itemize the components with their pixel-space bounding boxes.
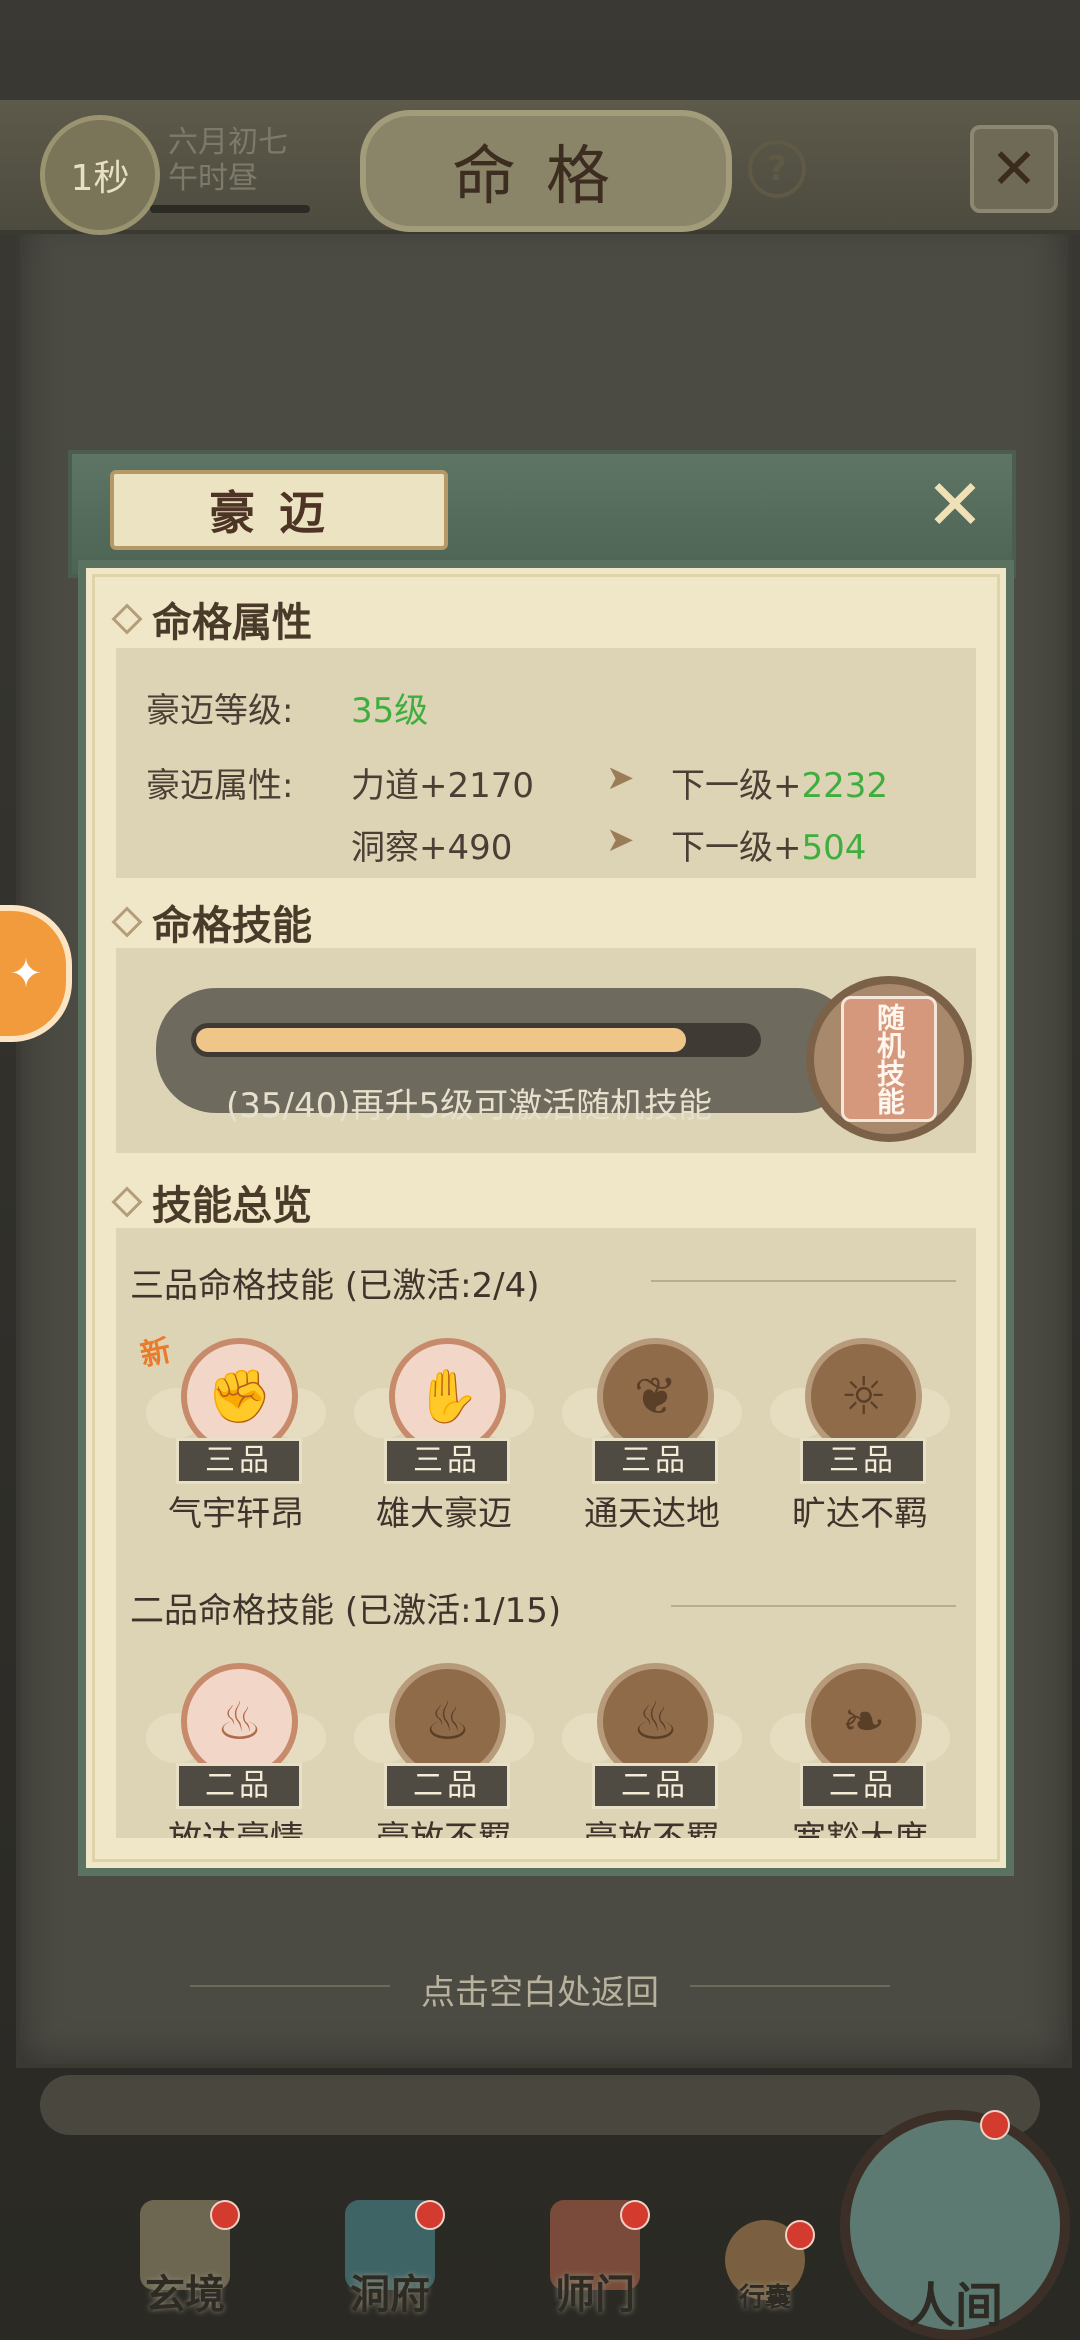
tier-divider [651,1280,956,1282]
page-title: 命格 [360,110,732,232]
attr-next-1: 下一级+2232 [671,758,888,807]
skill-name: 旷达不羁 [792,1494,928,1534]
attr-next-value-1: 2232 [801,766,889,806]
skill-item[interactable]: ♨ 二品 豪放不羁 [354,1663,534,1838]
notification-dot [415,2200,445,2230]
skill-progress-text: (35/40)再升5级可激活随机技能 [226,1086,713,1126]
tier-title: 三品命格技能 [130,1266,334,1306]
random-skill-button[interactable]: 随机技能 [806,976,972,1142]
arrow-right-icon: ➤ [606,758,635,798]
tier-heading: 三品命格技能 (已激活:2/4) [130,1258,540,1307]
grade-badge: 三品 [384,1438,510,1484]
grade-badge: 二品 [800,1763,926,1809]
diamond-icon [111,1186,143,1218]
notification-dot [785,2220,815,2250]
attr-next-label-1: 下一级+ [671,766,802,806]
skill-heading-text: 命格技能 [152,902,312,949]
nav-label: 玄境 [145,2271,225,2318]
return-hint[interactable]: 点击空白处返回 [0,1965,1080,2014]
skill-heading: 命格技能 [111,893,312,951]
nav-item-renjian[interactable]: 人间 [840,2110,1070,2340]
grade-badge: 三品 [592,1438,718,1484]
random-skill-label: 随机技能 [841,996,937,1122]
notification-dot [210,2200,240,2230]
skill-item[interactable]: ♨ 二品 豪放不羁 [562,1663,742,1838]
gamepad-icon: ✦ [9,950,43,997]
grade-badge: 三品 [800,1438,926,1484]
nav-label: 行囊 [738,2283,791,2313]
attributes-heading: 命格属性 [111,590,312,648]
tier-divider [671,1605,956,1607]
skill-item[interactable]: ❧ 二品 宽豁大度 [770,1663,950,1838]
skill-name: 放达豪情 [136,1811,336,1838]
level-value: 35级 [351,691,429,731]
overview-heading: 技能总览 [111,1173,312,1231]
skill-item[interactable]: ☼ 三品 旷达不羁 [770,1338,950,1538]
nav-label: 师门 [555,2271,635,2318]
skill-name: 宽豁大度 [760,1811,960,1838]
tier-status: (已激活:2/4) [344,1266,540,1306]
tier-status: (已激活:1/15) [344,1591,562,1631]
grade-badge: 三品 [176,1438,302,1484]
modal-close-button[interactable]: ✕ [920,470,990,540]
diamond-icon [111,906,143,938]
nav-item-xuanjing[interactable]: 玄境 [110,2200,260,2320]
skill-name: 豪放不羁 [552,1811,752,1838]
attr-next-label-2: 下一级+ [671,828,802,868]
level-label: 豪迈等级: [146,691,294,731]
modal-title: 豪迈 [110,470,448,550]
grade-badge: 二品 [176,1763,302,1809]
overview-heading-text: 技能总览 [152,1182,312,1229]
date-line-2: 午时昼 [168,161,258,196]
skill-name: 气宇轩昂 [168,1494,304,1534]
nav-label: 人间 [906,2278,1003,2334]
skill-name: 通天达地 [584,1494,720,1534]
attributes-panel: 豪迈等级: 35级 豪迈属性: 力道+2170 ➤ 下一级+2232 洞察+49… [116,648,976,878]
diamond-icon [111,603,143,635]
skill-overview-panel[interactable]: 三品命格技能 (已激活:2/4) ✊ 新 三品 气宇轩昂 ✋ 三品 雄大豪迈 ❦… [116,1228,976,1838]
nav-item-xingnang[interactable]: 行囊 [690,2200,840,2320]
timer-badge: 1秒 [40,115,160,235]
new-badge: 新 [137,1333,175,1374]
skill-item[interactable]: ✊ 新 三品 气宇轩昂 [137,1333,326,1538]
bottom-nav-bar [40,2075,1040,2135]
skill-panel: (35/40)再升5级可激活随机技能 随机技能 [116,948,976,1153]
close-page-button[interactable]: ✕ [970,125,1058,213]
skill-item[interactable]: ❦ 三品 通天达地 [562,1338,742,1538]
attr-next-value-2: 504 [801,828,867,868]
tier-heading: 二品命格技能 (已激活:1/15) [130,1583,561,1632]
notification-dot [620,2200,650,2230]
skill-progress-fill [196,1028,686,1052]
notification-dot [980,2110,1010,2140]
arrow-right-icon: ➤ [606,820,635,860]
grade-badge: 二品 [384,1763,510,1809]
timer-text: 1秒 [70,158,130,199]
skill-name: 雄大豪迈 [376,1494,512,1534]
nav-item-shimen[interactable]: 师门 [520,2200,670,2320]
attributes-heading-text: 命格属性 [152,599,312,646]
skill-name: 豪放不羁 [344,1811,544,1838]
nav-item-dongfu[interactable]: 洞府 [315,2200,465,2320]
skill-item[interactable]: ✋ 三品 雄大豪迈 [354,1338,534,1538]
skill-item[interactable]: ♨ 二品 放达豪情 [146,1663,326,1838]
time-progress-bar [150,205,310,213]
date-line-1: 六月初七 [168,125,288,160]
attr-next-2: 下一级+504 [671,820,866,869]
date-display: 六月初七 午时昼 [168,125,288,197]
grade-badge: 二品 [592,1763,718,1809]
tier-title: 二品命格技能 [130,1591,334,1631]
destiny-modal: 命格属性 豪迈等级: 35级 豪迈属性: 力道+2170 ➤ 下一级+2232 … [78,560,1014,1876]
help-icon[interactable]: ? [748,140,806,198]
nav-label: 洞府 [350,2271,430,2318]
attr-current-1: 力道+2170 [351,766,535,806]
attr-current-2: 洞察+490 [351,828,513,868]
attr-label: 豪迈属性: [146,766,294,806]
